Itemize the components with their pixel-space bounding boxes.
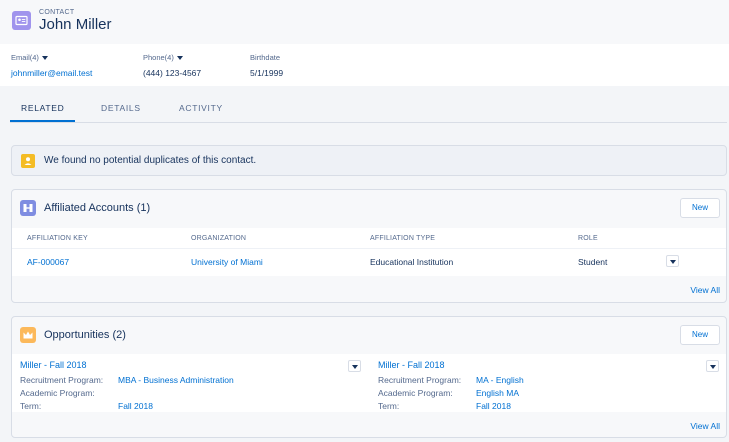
academic-program-label: Academic Program: xyxy=(20,388,95,398)
affiliation-role: Student xyxy=(578,257,608,267)
tile-actions-menu[interactable] xyxy=(348,360,361,372)
birthdate-field: Birthdate 5/1/1999 xyxy=(250,53,283,78)
affiliation-key-link[interactable]: AF-000067 xyxy=(27,257,69,267)
new-opportunity-button[interactable]: New xyxy=(680,325,720,345)
crown-icon xyxy=(20,327,36,343)
opportunities-tiles: Miller - Fall 2018 Recruitment Program: … xyxy=(12,354,726,412)
affiliations-table: AFFILIATION KEY ORGANIZATION AFFILIATION… xyxy=(12,228,726,276)
tab-related[interactable]: RELATED xyxy=(21,103,64,113)
phone-value: (444) 123-4567 xyxy=(143,68,202,78)
opportunities-card: Opportunities (2) New Miller - Fall 2018… xyxy=(11,316,727,438)
opportunities-view-all-link[interactable]: View All xyxy=(690,421,720,431)
duplicates-message: We found no potential duplicates of this… xyxy=(44,155,257,166)
column-header[interactable]: ORGANIZATION xyxy=(191,235,246,242)
row-divider xyxy=(12,248,726,249)
row-actions-menu[interactable] xyxy=(666,255,679,267)
email-value-link[interactable]: johnmiller@email.test xyxy=(11,68,92,78)
tab-activity[interactable]: ACTIVITY xyxy=(179,103,223,113)
organization-link[interactable]: University of Miami xyxy=(191,257,263,267)
chevron-down-icon[interactable] xyxy=(176,55,183,60)
record-header: CONTACT John Miller xyxy=(0,0,729,44)
active-tab-indicator xyxy=(10,120,75,122)
affiliations-view-all-link[interactable]: View All xyxy=(690,285,720,295)
academic-program-link[interactable]: English MA xyxy=(476,388,519,398)
affiliated-accounts-title[interactable]: Affiliated Accounts (1) xyxy=(44,202,150,214)
academic-program-label: Academic Program: xyxy=(378,388,453,398)
opportunity-name-link[interactable]: Miller - Fall 2018 xyxy=(20,360,87,370)
phone-label[interactable]: Phone(4) xyxy=(143,53,201,62)
email-label[interactable]: Email(4) xyxy=(11,53,92,62)
highlights-panel: Email(4) johnmiller@email.test Phone(4) … xyxy=(0,44,729,86)
alert-icon xyxy=(21,154,35,168)
recruitment-program-link[interactable]: MBA - Business Administration xyxy=(118,375,234,385)
affiliation-type: Educational Institution xyxy=(370,257,454,267)
chevron-down-icon[interactable] xyxy=(670,260,676,264)
birthdate-value: 5/1/1999 xyxy=(250,68,284,78)
birthdate-label: Birthdate xyxy=(250,53,281,62)
recruitment-program-label: Recruitment Program: xyxy=(20,375,104,385)
recruitment-program-label: Recruitment Program: xyxy=(378,375,462,385)
tile-actions-menu[interactable] xyxy=(706,360,719,372)
column-header[interactable]: AFFILIATION KEY xyxy=(27,235,88,242)
affiliated-accounts-card: Affiliated Accounts (1) New AFFILIATION … xyxy=(11,189,727,303)
duplicates-alert: We found no potential duplicates of this… xyxy=(11,145,727,176)
opportunities-title[interactable]: Opportunities (2) xyxy=(44,329,126,341)
new-affiliation-button[interactable]: New xyxy=(680,198,720,218)
affiliations-icon xyxy=(20,200,36,216)
chevron-down-icon[interactable] xyxy=(352,365,358,369)
term-label: Term: xyxy=(20,401,42,411)
chevron-down-icon[interactable] xyxy=(41,55,48,60)
email-field: Email(4) johnmiller@email.test xyxy=(11,53,92,78)
term-label: Term: xyxy=(378,401,400,411)
record-title: John Miller xyxy=(39,16,112,33)
term-link[interactable]: Fall 2018 xyxy=(118,401,153,411)
recruitment-program-link[interactable]: MA - English xyxy=(476,375,524,385)
object-type-label: CONTACT xyxy=(39,9,75,16)
column-header[interactable]: ROLE xyxy=(578,235,598,242)
column-header[interactable]: AFFILIATION TYPE xyxy=(370,235,435,242)
opportunity-name-link[interactable]: Miller - Fall 2018 xyxy=(378,360,445,370)
tab-bar: RELATED DETAILS ACTIVITY xyxy=(10,99,727,123)
contact-card-icon xyxy=(12,11,31,30)
phone-field: Phone(4) (444) 123-4567 xyxy=(143,53,201,78)
chevron-down-icon[interactable] xyxy=(710,365,716,369)
tab-details[interactable]: DETAILS xyxy=(101,103,141,113)
term-link[interactable]: Fall 2018 xyxy=(476,401,511,411)
